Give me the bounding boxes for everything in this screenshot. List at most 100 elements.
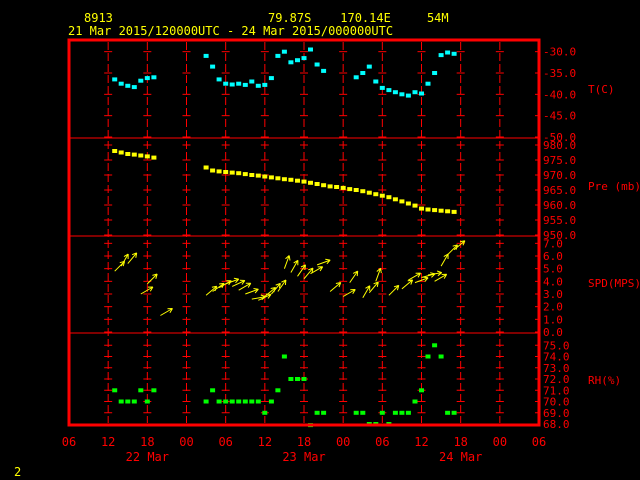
data-point xyxy=(131,152,137,157)
data-point xyxy=(419,91,424,96)
wind-arrow xyxy=(277,279,287,292)
data-point xyxy=(210,64,216,69)
wind-arrow xyxy=(362,285,371,299)
y-tick-label: 970.0 xyxy=(543,169,576,182)
data-point xyxy=(210,388,216,393)
y-tick-label: -30.0 xyxy=(543,46,576,59)
data-point xyxy=(125,152,131,156)
data-point xyxy=(262,410,268,415)
station-id: 8913 xyxy=(84,11,113,25)
data-point xyxy=(223,399,229,404)
data-point xyxy=(242,82,248,87)
data-point xyxy=(308,47,313,52)
data-point xyxy=(366,64,372,69)
data-point xyxy=(281,354,287,359)
data-point xyxy=(138,388,144,393)
data-point xyxy=(295,58,300,63)
data-point xyxy=(451,410,457,415)
data-point xyxy=(327,184,333,189)
data-point xyxy=(379,410,385,415)
x-tick-label: 12 xyxy=(258,435,272,449)
data-point xyxy=(236,399,242,404)
y-tick-label: 4.0 xyxy=(543,275,563,288)
data-point xyxy=(255,83,261,88)
data-point xyxy=(242,172,248,177)
data-point xyxy=(236,81,242,86)
data-point xyxy=(445,209,451,214)
data-point xyxy=(301,377,307,381)
wind-arrow xyxy=(329,282,342,292)
data-point xyxy=(112,149,118,153)
data-point xyxy=(353,188,359,192)
data-point xyxy=(216,77,222,82)
data-point xyxy=(151,388,157,393)
data-point xyxy=(151,155,157,160)
x-tick-label: 06 xyxy=(375,435,389,449)
data-point xyxy=(445,410,451,415)
y-tick-label: -35.0 xyxy=(543,67,576,80)
data-point xyxy=(405,93,411,98)
data-point xyxy=(255,173,261,178)
data-point xyxy=(438,53,444,58)
wind-arrow xyxy=(238,282,252,291)
data-point xyxy=(249,79,255,84)
data-point xyxy=(308,180,313,185)
data-point xyxy=(405,410,411,415)
y-tick-label: 6.0 xyxy=(543,250,563,263)
y-tick-label: 7.0 xyxy=(543,237,563,250)
wind-arrow xyxy=(120,253,129,267)
data-point xyxy=(314,62,320,67)
data-point xyxy=(229,170,235,175)
wind-arrow xyxy=(283,255,291,269)
data-point xyxy=(138,153,144,158)
y-tick-label: 68.0 xyxy=(543,418,570,431)
data-point xyxy=(288,177,294,182)
data-point xyxy=(314,182,320,186)
series-label: T(C) xyxy=(588,83,615,96)
data-point xyxy=(412,90,418,95)
data-point xyxy=(392,197,398,202)
wind-arrow xyxy=(434,273,448,282)
data-point xyxy=(392,410,398,415)
data-point xyxy=(386,195,392,200)
data-point xyxy=(301,179,307,184)
time-range: 21 Mar 2015/120000UTC - 24 Mar 2015/0000… xyxy=(68,24,393,38)
data-point xyxy=(386,88,392,93)
data-point xyxy=(360,410,366,415)
wind-arrow xyxy=(160,308,173,316)
data-point xyxy=(223,170,229,174)
data-point xyxy=(288,60,294,65)
data-point xyxy=(379,193,385,198)
y-tick-label: 975.0 xyxy=(543,154,576,167)
data-point xyxy=(203,165,209,170)
data-point xyxy=(112,388,118,393)
data-point xyxy=(347,187,353,192)
data-point xyxy=(125,83,131,88)
x-tick-label: 00 xyxy=(336,435,350,449)
wind-arrow xyxy=(427,270,443,277)
data-point xyxy=(268,175,274,180)
data-point xyxy=(275,53,281,58)
y-tick-label: 0.0 xyxy=(543,326,563,339)
x-day-label: 24 Mar xyxy=(439,450,482,464)
data-point xyxy=(144,399,150,404)
data-point xyxy=(229,82,235,87)
data-point xyxy=(451,209,457,214)
x-tick-label: 18 xyxy=(140,435,154,449)
data-point xyxy=(216,169,222,174)
data-point xyxy=(255,399,261,404)
data-point xyxy=(112,77,118,82)
x-day-label: 23 Mar xyxy=(282,450,325,464)
data-point xyxy=(425,81,431,86)
data-point xyxy=(249,399,255,404)
page-number: 2 xyxy=(14,465,21,479)
series-label: Pre (mb) xyxy=(588,180,640,193)
y-tick-label: 955.0 xyxy=(543,214,576,227)
data-point xyxy=(379,85,385,90)
wind-arrow xyxy=(401,279,414,290)
data-point xyxy=(334,185,340,189)
data-point xyxy=(425,354,431,359)
data-point xyxy=(353,75,359,80)
wind-arrow xyxy=(290,259,299,273)
y-tick-label: 3.0 xyxy=(543,288,563,301)
